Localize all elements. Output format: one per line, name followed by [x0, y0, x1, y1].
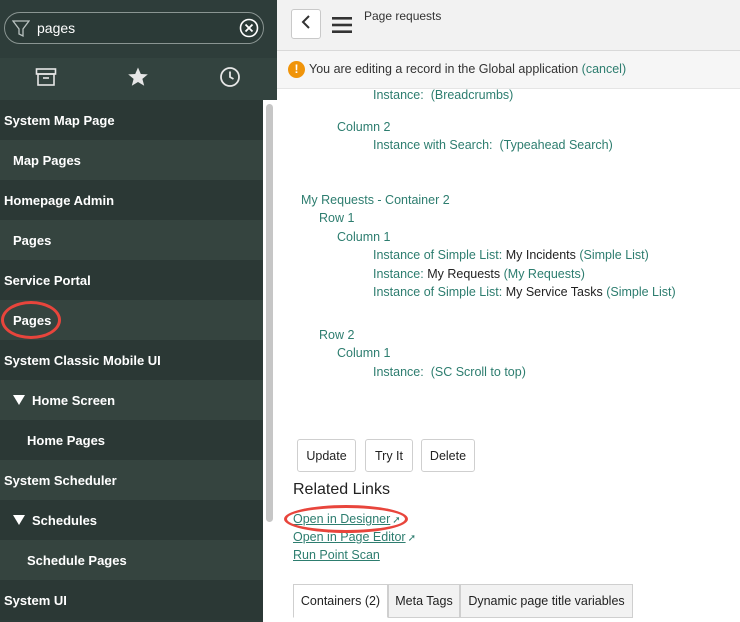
- info-message-scope: Global: [478, 62, 515, 76]
- tree-row2-column-1[interactable]: Column 1: [337, 346, 391, 360]
- hamburger-menu-icon[interactable]: [332, 16, 354, 34]
- back-button[interactable]: [291, 9, 321, 39]
- instance-link[interactable]: Instance:: [373, 365, 424, 379]
- instance-title: My Requests: [423, 267, 504, 281]
- application-navigator: System Map Page Map Pages Homepage Admin…: [0, 0, 277, 622]
- form-title: Page requests: [364, 9, 442, 23]
- filter-icon: [11, 19, 31, 39]
- form-header: Page requests: [277, 0, 740, 51]
- update-button[interactable]: Update: [297, 439, 356, 472]
- info-message-suffix: application: [514, 62, 582, 76]
- nav-item-label: Schedule Pages: [27, 552, 127, 568]
- navigator-scrollbar-thumb[interactable]: [266, 104, 273, 522]
- tree-instance-my-service-tasks: Instance of Simple List: My Service Task…: [373, 285, 676, 299]
- widget-link[interactable]: (SC Scroll to top): [431, 365, 526, 379]
- navigator-filter-input[interactable]: [37, 18, 227, 38]
- nav-module-system-scheduler[interactable]: System Scheduler: [0, 460, 263, 500]
- warning-icon: !: [288, 61, 305, 78]
- tab-history[interactable]: [184, 58, 276, 100]
- tree-instance-my-incidents: Instance of Simple List: My Incidents (S…: [373, 248, 649, 262]
- nav-module-system-classic-mobile-ui[interactable]: System Classic Mobile UI: [0, 340, 263, 380]
- info-message-bar: ! You are editing a record in the Global…: [277, 51, 740, 89]
- navigator-tabs: [0, 58, 277, 100]
- nav-item-label: Map Pages: [13, 152, 81, 168]
- clock-icon: [219, 66, 241, 93]
- instance-title: My Service Tasks: [502, 285, 607, 299]
- tree-row1-column-1[interactable]: Column 1: [337, 230, 391, 244]
- instance-link[interactable]: Instance:: [373, 267, 424, 281]
- nav-item-label: Homepage Admin: [4, 192, 115, 208]
- nav-section-schedules[interactable]: Schedules: [0, 500, 263, 540]
- info-message-prefix: You are editing a record in the: [309, 62, 479, 76]
- instance-link[interactable]: Instance of Simple List:: [373, 285, 502, 299]
- nav-item-label: System UI: [4, 592, 67, 608]
- nav-item-map-pages[interactable]: Map Pages: [0, 140, 263, 180]
- nav-item-label: System Map Page: [4, 112, 115, 128]
- chevron-left-icon: [301, 14, 311, 34]
- navigator-filter-bar: [0, 0, 277, 58]
- clear-filter-icon[interactable]: [239, 18, 259, 38]
- highlight-circle-annotation: [1, 301, 61, 339]
- cancel-link[interactable]: (cancel): [582, 62, 626, 76]
- archive-icon: [35, 67, 57, 92]
- tree-instance-sc-scroll: Instance: (SC Scroll to top): [373, 365, 526, 379]
- widget-link[interactable]: (Simple List): [606, 285, 675, 299]
- nav-item-schedule-pages[interactable]: Schedule Pages: [0, 540, 263, 580]
- tab-favorites[interactable]: [92, 58, 184, 100]
- widget-link[interactable]: (My Requests): [504, 267, 585, 281]
- external-link-icon: ➚: [407, 533, 416, 544]
- run-point-scan-link[interactable]: Run Point Scan: [293, 548, 380, 562]
- instance-link[interactable]: Instance:: [373, 89, 424, 102]
- info-message: You are editing a record in the Global a…: [309, 62, 626, 76]
- widget-link[interactable]: (Simple List): [579, 248, 648, 262]
- expanded-triangle-icon: [13, 515, 25, 525]
- tree-column-2[interactable]: Column 2: [337, 120, 391, 134]
- nav-item-label: Schedules: [32, 512, 98, 528]
- nav-item-label: System Classic Mobile UI: [4, 352, 161, 368]
- nav-item-homepage-pages[interactable]: Pages: [0, 220, 263, 260]
- tree-row-1[interactable]: Row 1: [319, 211, 354, 225]
- tree-instance-my-requests: Instance: My Requests (My Requests): [373, 267, 585, 281]
- widget-link[interactable]: (Typeahead Search): [499, 138, 612, 152]
- nav-item-label: System Scheduler: [4, 472, 117, 488]
- delete-button[interactable]: Delete: [421, 439, 475, 472]
- tree-instance-breadcrumbs: Instance: (Breadcrumbs): [373, 89, 513, 102]
- nav-item-home-pages[interactable]: Home Pages: [0, 420, 263, 460]
- star-icon: [127, 66, 149, 93]
- nav-item-label: Home Pages: [27, 432, 106, 448]
- try-it-button[interactable]: Try It: [365, 439, 413, 472]
- tree-instance-search: Instance with Search: (Typeahead Search): [373, 138, 613, 152]
- tab-meta-tags[interactable]: Meta Tags: [388, 584, 460, 618]
- nav-module-system-map-page[interactable]: System Map Page: [0, 100, 263, 140]
- related-links-heading: Related Links: [293, 481, 390, 498]
- tree-container-2[interactable]: My Requests - Container 2: [301, 193, 450, 207]
- tab-dynamic-page-title-variables[interactable]: Dynamic page title variables: [460, 584, 633, 618]
- expanded-triangle-icon: [13, 395, 25, 405]
- tree-row-2[interactable]: Row 2: [319, 328, 354, 342]
- highlight-circle-annotation: [284, 505, 408, 533]
- form-content: Instance: (Breadcrumbs) Column 2 Instanc…: [277, 89, 740, 622]
- nav-module-service-portal[interactable]: Service Portal: [0, 260, 263, 300]
- tab-containers[interactable]: Containers (2): [293, 584, 388, 618]
- nav-module-homepage-admin[interactable]: Homepage Admin: [0, 180, 263, 220]
- nav-section-home-screen[interactable]: Home Screen: [0, 380, 263, 420]
- tab-all-applications[interactable]: [0, 58, 92, 100]
- instance-link[interactable]: Instance with Search:: [373, 138, 493, 152]
- navigator-menu-list: System Map Page Map Pages Homepage Admin…: [0, 100, 263, 620]
- nav-module-system-ui[interactable]: System UI: [0, 580, 263, 620]
- widget-link[interactable]: (Breadcrumbs): [431, 89, 514, 102]
- related-list-tabs: Containers (2) Meta Tags Dynamic page ti…: [293, 584, 733, 622]
- nav-item-label: Home Screen: [32, 392, 116, 408]
- nav-item-label: Service Portal: [4, 272, 91, 288]
- navigator-filter-box[interactable]: [4, 12, 264, 44]
- instance-link[interactable]: Instance of Simple List:: [373, 248, 502, 262]
- instance-title: My Incidents: [502, 248, 580, 262]
- nav-item-label: Pages: [13, 232, 52, 248]
